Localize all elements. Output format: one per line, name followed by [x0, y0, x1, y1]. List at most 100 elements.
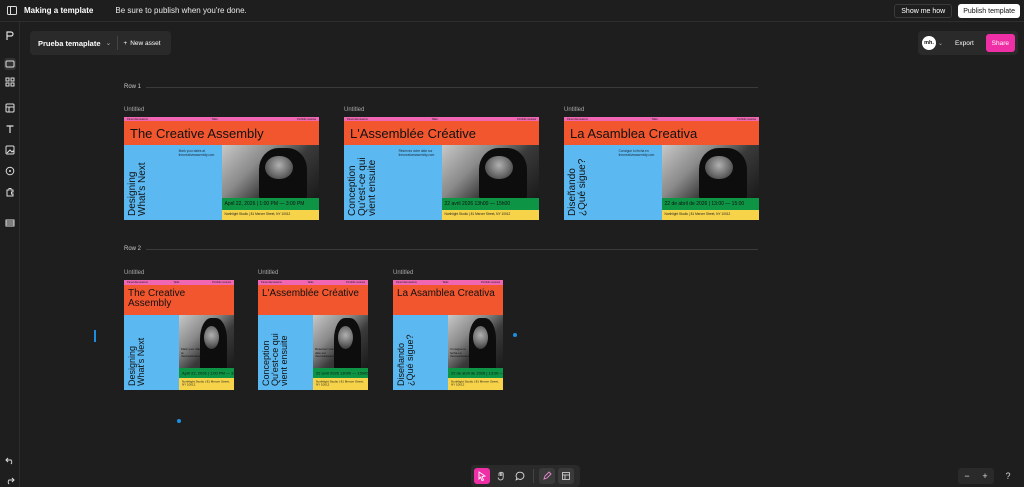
selection-handle[interactable]: [177, 419, 181, 423]
poster-address: Northlight Studio | 81 Mercer Street, NY…: [224, 212, 291, 217]
row-label: Row 2: [124, 246, 142, 252]
row-divider: [146, 87, 758, 88]
poster-address-band: Northlight Studio | 81 Mercer Street, NY…: [313, 378, 368, 390]
poster-title: L'Assemblée Créative: [350, 126, 477, 141]
image-icon[interactable]: [4, 144, 16, 156]
shapes-icon[interactable]: [4, 165, 16, 177]
poster-vertical-text: Diseñando ¿Qué sigue?: [396, 334, 415, 386]
poster-card[interactable]: Panel discussions Talks Portfolio reviews L…: [393, 280, 503, 390]
poster-top-item: Panel discussions: [127, 281, 148, 284]
poster-card[interactable]: Panel discussions Talks Portfolio reviews L…: [258, 280, 368, 390]
poster-date-band: 22 avril 2026 13h00 — 15h00: [313, 368, 368, 378]
poster-date: 22 de abril de 2026 | 13:00 — 15:00: [664, 201, 745, 207]
table-tool[interactable]: [558, 468, 574, 484]
divider: [117, 36, 119, 50]
chevron-down-icon[interactable]: ⌄: [106, 39, 112, 47]
page-title: Making a template: [24, 6, 94, 15]
plugins-icon[interactable]: [4, 186, 16, 198]
poster-vertical-text: Designing What's Next: [127, 337, 146, 386]
draw-tool[interactable]: [539, 468, 555, 484]
poster-top-item: Talks: [442, 281, 449, 284]
data-table-icon[interactable]: [4, 217, 16, 229]
undo-icon[interactable]: [4, 454, 16, 466]
poster-photo: [448, 315, 503, 368]
poster-photo: [313, 315, 368, 368]
zoom-controls: − +: [958, 468, 994, 484]
poster-photo: [221, 145, 319, 198]
card-label: Untitled: [344, 107, 365, 113]
poster-photo: [661, 145, 759, 198]
poster-vertical-text: Designing What's Next: [127, 162, 148, 216]
selection-handle[interactable]: [94, 330, 96, 342]
card-label: Untitled: [124, 270, 145, 276]
chevron-down-icon[interactable]: ⌄: [938, 40, 943, 47]
poster-top-item: Talks: [307, 281, 314, 284]
card-label: Untitled: [258, 270, 279, 276]
panel-icon[interactable]: [4, 102, 16, 114]
avatar[interactable]: mh.: [922, 36, 936, 50]
table-icon: [562, 472, 570, 480]
new-asset-label: New asset: [130, 39, 161, 47]
export-button[interactable]: Export: [955, 40, 974, 47]
card-label: Untitled: [393, 270, 414, 276]
zoom-in-button[interactable]: +: [982, 471, 987, 481]
poster-address-band: Northlight Studio | 81 Mercer Street, NY…: [221, 210, 319, 220]
hand-icon: [497, 471, 504, 481]
poster-address-band: Northlight Studio | 81 Mercer Street, NY…: [441, 210, 539, 220]
photo-face: [705, 155, 733, 180]
plus-icon: +: [123, 39, 128, 47]
poster-title: L'Assemblée Créative: [262, 288, 359, 299]
poster-title: La Asamblea Creativa: [570, 126, 698, 141]
selection-handle[interactable]: [513, 333, 517, 337]
share-button[interactable]: Share: [985, 34, 1015, 52]
poster-address-band: Northlight Studio | 81 Mercer Street, NY…: [661, 210, 759, 220]
publish-template-button[interactable]: Publish template: [958, 4, 1020, 18]
comment-tool[interactable]: [512, 468, 528, 484]
brand-icon[interactable]: [4, 30, 16, 42]
poster-date-band: 22 de abril de 2026 | 13:00 — 15:00: [448, 368, 503, 378]
grid-icon[interactable]: [4, 76, 16, 88]
poster-date-band: April 22, 2026 | 1:00 PM — 3:00 PM: [179, 368, 234, 378]
divider: [533, 469, 534, 483]
card-label: Untitled: [564, 107, 585, 113]
poster-address-band: Northlight Studio | 81 Mercer Street, NY…: [179, 378, 234, 390]
select-tool[interactable]: [474, 468, 490, 484]
poster-blurb: Réservez votre date sur thecreativeassem…: [315, 346, 349, 359]
poster-card[interactable]: Panel discussions Talks Portfolio reviews T…: [124, 280, 234, 390]
new-asset-button[interactable]: + New asset: [123, 40, 160, 47]
text-icon[interactable]: [4, 123, 16, 135]
photo-face: [265, 155, 293, 180]
poster-vertical-text: Conception Qu'est-ce qui vient ensuite: [261, 333, 289, 386]
hand-tool[interactable]: [493, 468, 509, 484]
poster-date-band: 22 de abril de 2026 | 13:00 — 15:00: [661, 198, 759, 210]
poster-date-band: 22 avril 2026 13h00 — 15h00: [441, 198, 539, 210]
poster-date: 22 avril 2026 13h00 — 15h00: [316, 370, 368, 376]
poster-address: Northlight Studio | 81 Mercer Street, NY…: [451, 379, 499, 387]
layout-icon[interactable]: [4, 58, 16, 70]
poster-address: Northlight Studio | 81 Mercer Street, NY…: [664, 212, 731, 217]
poster-top-item: Portfolio reviews: [480, 281, 500, 284]
asset-name[interactable]: Prueba temaplate: [38, 39, 101, 48]
redo-icon[interactable]: [4, 474, 16, 486]
sidebar-toggle-icon[interactable]: [2, 0, 22, 22]
poster-address-band: Northlight Studio | 81 Mercer Street, NY…: [448, 378, 503, 390]
poster-vertical-text: Conception Qu'est-ce qui vient ensuite: [347, 157, 378, 216]
share-panel: mh. ⌄ Export Share: [918, 31, 1018, 55]
help-button[interactable]: ?: [1000, 468, 1016, 484]
poster-date: 22 avril 2026 13h00 — 15h00: [444, 201, 511, 207]
poster-top-item: Talks: [173, 281, 180, 284]
left-toolbar: [0, 22, 20, 487]
poster-address: Northlight Studio | 81 Mercer Street, NY…: [444, 212, 511, 217]
poster-card[interactable]: Panel discussions Talks Portfolio reviews L…: [344, 117, 539, 220]
poster-photo: [179, 315, 234, 368]
poster-card[interactable]: Panel discussions Talks Portfolio reviews T…: [124, 117, 319, 220]
poster-card[interactable]: Panel discussions Talks Portfolio reviews L…: [564, 117, 759, 220]
bottom-toolbar: [471, 465, 580, 487]
zoom-out-button[interactable]: −: [964, 471, 969, 481]
poster-date: April 22, 2026 | 1:00 PM — 3:00 PM: [182, 370, 234, 376]
poster-title: La Asamblea Creativa: [397, 288, 495, 299]
cursor-icon: [478, 471, 487, 481]
poster-top-item: Panel discussions: [396, 281, 417, 284]
poster-title: The Creative Assembly: [128, 288, 186, 309]
show-me-how-button[interactable]: Show me how: [894, 4, 953, 18]
